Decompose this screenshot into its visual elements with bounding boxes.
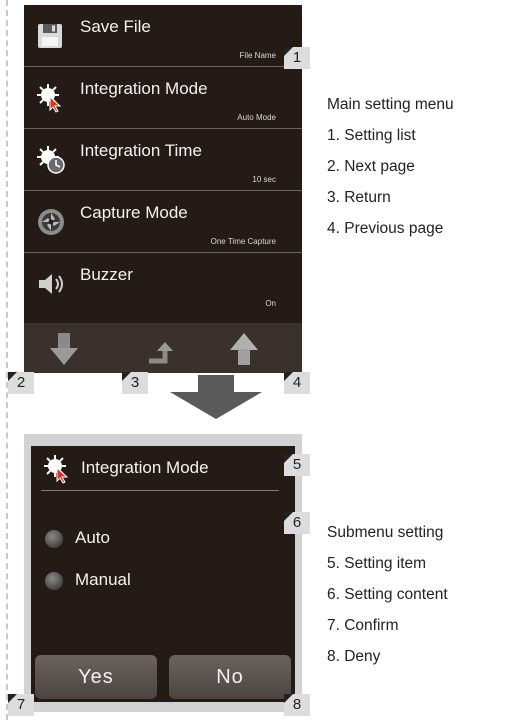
callout-2: 2 xyxy=(8,372,34,394)
description-heading: Main setting menu xyxy=(327,96,454,113)
description-line: 6. Setting content xyxy=(327,586,448,603)
description-heading: Submenu setting xyxy=(327,524,444,541)
submenu-description: Submenu setting 5. Setting item 6. Setti… xyxy=(327,522,448,677)
menu-item-buzzer[interactable]: Buzzer On xyxy=(24,253,302,314)
description-line: 1. Setting list xyxy=(327,127,416,144)
floppy-disk-icon xyxy=(38,24,62,48)
main-menu-description: Main setting menu 1. Setting list 2. Nex… xyxy=(327,94,454,249)
menu-item-title: Capture Mode xyxy=(80,203,188,222)
callout-7: 7 xyxy=(8,694,34,716)
menu-item-capture-mode[interactable]: Capture Mode One Time Capture xyxy=(24,191,302,253)
menu-item-value: Auto Mode xyxy=(237,113,276,122)
submenu-divider xyxy=(41,490,279,491)
capture-mode-icon xyxy=(38,209,64,235)
menu-item-value: 10 sec xyxy=(252,175,276,184)
menu-item-value: One Time Capture xyxy=(210,237,276,246)
yes-button[interactable]: Yes xyxy=(35,655,157,699)
callout-8: 8 xyxy=(284,694,310,716)
down-transition-arrow-icon xyxy=(170,375,262,419)
submenu-title: Integration Mode xyxy=(81,458,209,477)
radio-button-icon[interactable] xyxy=(45,572,63,590)
callout-5: 5 xyxy=(284,454,310,476)
submenu-screen: Integration Mode Auto Manual Yes No xyxy=(31,446,295,702)
radio-button-icon[interactable] xyxy=(45,530,63,548)
description-line: 2. Next page xyxy=(327,158,415,175)
submenu-frame: Integration Mode Auto Manual Yes No xyxy=(24,434,302,712)
speaker-icon xyxy=(39,274,63,294)
callout-3: 3 xyxy=(122,372,148,394)
menu-item-title: Buzzer xyxy=(80,265,133,284)
integration-mode-icon xyxy=(37,84,62,113)
menu-item-integration-time[interactable]: Integration Time 10 sec xyxy=(24,129,302,191)
return-arrow-icon[interactable] xyxy=(143,331,183,367)
navigation-bar xyxy=(24,323,302,373)
option-label: Manual xyxy=(75,570,131,589)
integration-time-icon xyxy=(37,146,65,174)
menu-item-integration-mode[interactable]: Integration Mode Auto Mode xyxy=(24,67,302,129)
integration-mode-icon xyxy=(44,455,69,484)
callout-4: 4 xyxy=(284,372,310,394)
dashed-divider xyxy=(6,0,8,720)
menu-item-title: Integration Mode xyxy=(80,79,208,98)
description-line: 4. Previous page xyxy=(327,220,444,237)
option-label: Auto xyxy=(75,528,110,547)
menu-item-value: File Name xyxy=(239,51,276,60)
description-line: 3. Return xyxy=(327,189,391,206)
menu-item-title: Integration Time xyxy=(80,141,202,160)
callout-6: 6 xyxy=(284,512,310,534)
description-line: 7. Confirm xyxy=(327,617,399,634)
callout-1: 1 xyxy=(284,47,310,69)
main-setting-screen: Save File File Name Integration Mode Aut… xyxy=(24,5,302,373)
down-arrow-icon[interactable] xyxy=(44,331,84,367)
menu-item-title: Save File xyxy=(80,17,151,36)
menu-item-value: On xyxy=(265,299,276,308)
description-line: 8. Deny xyxy=(327,648,381,665)
no-button[interactable]: No xyxy=(169,655,291,699)
description-line: 5. Setting item xyxy=(327,555,427,572)
up-arrow-icon[interactable] xyxy=(224,331,264,367)
menu-item-save-file[interactable]: Save File File Name xyxy=(24,5,302,67)
